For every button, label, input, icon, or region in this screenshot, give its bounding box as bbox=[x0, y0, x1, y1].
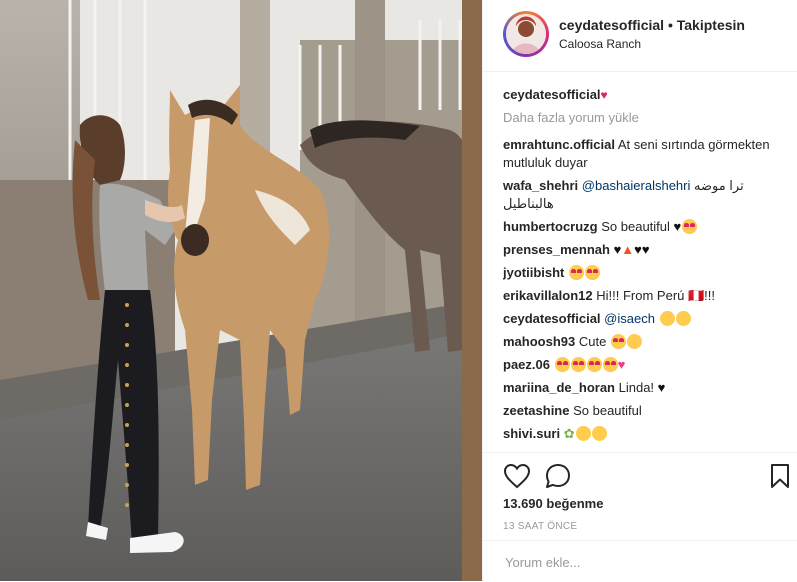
comment-username[interactable]: erikavillalon12 bbox=[503, 288, 593, 303]
comments-list[interactable]: ceydatesofficial♥ Daha fazla yorum yükle… bbox=[503, 86, 788, 450]
comment-mention[interactable]: @isaech bbox=[604, 311, 655, 326]
comment-username[interactable]: emrahtunc.official bbox=[503, 137, 615, 152]
heart-outline-icon bbox=[503, 463, 531, 489]
save-button[interactable] bbox=[768, 463, 792, 489]
stable-scene-image bbox=[0, 0, 482, 581]
comment-username[interactable]: mariina_de_horan bbox=[503, 380, 615, 395]
flushed-emoji-icon bbox=[575, 426, 591, 441]
post-header: ceydatesofficial • Takiptesin Caloosa Ra… bbox=[483, 0, 797, 72]
comment-username[interactable]: jyotiibisht bbox=[503, 265, 564, 280]
comment-input[interactable] bbox=[503, 551, 777, 573]
sparkling-heart-icon: ♥ bbox=[617, 357, 626, 372]
comment-username[interactable]: zeetashine bbox=[503, 403, 569, 418]
comment-text: So beautiful bbox=[601, 219, 670, 234]
post-photo[interactable] bbox=[0, 0, 482, 581]
caption-username[interactable]: ceydatesofficial bbox=[503, 87, 601, 102]
kiss-emoji-icon bbox=[675, 311, 691, 326]
comment-item: zeetashine So beautiful bbox=[503, 402, 788, 420]
header-title: ceydatesofficial • Takiptesin bbox=[559, 17, 745, 33]
comment-username[interactable]: ceydatesofficial bbox=[503, 311, 601, 326]
load-more-comments-button[interactable]: Daha fazla yorum yükle bbox=[503, 109, 788, 127]
kiss-emoji-icon bbox=[626, 334, 642, 349]
comment-item: mariina_de_horan Linda! ♥ bbox=[503, 379, 788, 397]
post-sidebar: ceydatesofficial • Takiptesin Caloosa Ra… bbox=[482, 0, 797, 581]
comment-text: So beautiful bbox=[573, 403, 642, 418]
heart-eyes-emoji-icon bbox=[610, 334, 626, 349]
heart-eyes-emoji-icon bbox=[585, 265, 601, 280]
kiss-emoji-icon bbox=[659, 311, 675, 326]
comment-item: wafa_shehri @bashaieralshehri ترا موضه ه… bbox=[503, 177, 788, 213]
heart-eyes-emoji-icon bbox=[602, 357, 618, 372]
header-separator: • bbox=[667, 17, 673, 33]
comment-item: prenses_mennah ♥▲♥♥ bbox=[503, 241, 788, 259]
comment-item: paez.06 ♥ bbox=[503, 356, 788, 374]
heart-eyes-emoji-icon bbox=[586, 357, 602, 372]
comment-item: mahoosh93 Cute bbox=[503, 333, 788, 351]
location-link[interactable]: Caloosa Ranch bbox=[559, 37, 641, 51]
comment-text: Linda! bbox=[618, 380, 655, 395]
fire-emoji-icon: ▲ bbox=[621, 242, 635, 257]
following-button[interactable]: Takiptesin bbox=[677, 17, 745, 33]
post-timestamp[interactable]: 13 SAAT ÖNCE bbox=[503, 521, 577, 532]
speech-bubble-icon bbox=[546, 464, 570, 488]
comment-text: Cute bbox=[578, 334, 607, 349]
comment-username[interactable]: mahoosh93 bbox=[503, 334, 575, 349]
header-username[interactable]: ceydatesofficial bbox=[559, 17, 664, 33]
heart-eyes-emoji-icon bbox=[682, 219, 698, 234]
bouquet-emoji-icon: ✿ bbox=[563, 426, 575, 441]
comment-button[interactable] bbox=[544, 463, 572, 489]
comment-item: jyotiibisht bbox=[503, 264, 788, 282]
comment-username[interactable]: prenses_mennah bbox=[503, 242, 610, 257]
heart-eyes-emoji-icon bbox=[570, 357, 586, 372]
black-heart-icon: ♥ bbox=[657, 380, 666, 395]
avatar-image bbox=[506, 14, 546, 54]
comment-item: humbertocruzg So beautiful ♥ bbox=[503, 218, 788, 236]
comment-item: ceydatesofficial @isaech bbox=[503, 310, 788, 328]
comment-item: erikavillalon12 Hi!!! From Perú 🇵🇪!!! bbox=[503, 287, 788, 305]
avatar[interactable] bbox=[506, 14, 546, 54]
comment-username[interactable]: humbertocruzg bbox=[503, 219, 598, 234]
heart-eyes-emoji-icon bbox=[554, 357, 570, 372]
comment-text: Hi!!! From Perú 🇵🇪!!! bbox=[596, 288, 716, 303]
comment-item: emrahtunc.official At seni sırtında görm… bbox=[503, 136, 788, 172]
add-comment-bar bbox=[483, 540, 797, 582]
comment-mention[interactable]: @bashaieralshehri bbox=[582, 178, 691, 193]
comment-username[interactable]: wafa_shehri bbox=[503, 178, 578, 193]
black-heart-icon: ♥♥ bbox=[634, 242, 650, 257]
red-heart-icon: ♥ bbox=[600, 88, 608, 102]
story-ring[interactable] bbox=[503, 11, 549, 57]
flushed-emoji-icon bbox=[591, 426, 607, 441]
black-heart-icon: ♥ bbox=[673, 219, 682, 234]
likes-count[interactable]: 13.690 beğenme bbox=[503, 496, 603, 511]
like-button[interactable] bbox=[503, 463, 531, 489]
comment-item: shivi.suri ✿ bbox=[503, 425, 788, 443]
comment-username[interactable]: shivi.suri bbox=[503, 426, 560, 441]
caption: ceydatesofficial♥ bbox=[503, 86, 788, 104]
comment-username[interactable]: paez.06 bbox=[503, 357, 550, 372]
bookmark-icon bbox=[771, 464, 789, 488]
heart-eyes-emoji-icon bbox=[569, 265, 585, 280]
